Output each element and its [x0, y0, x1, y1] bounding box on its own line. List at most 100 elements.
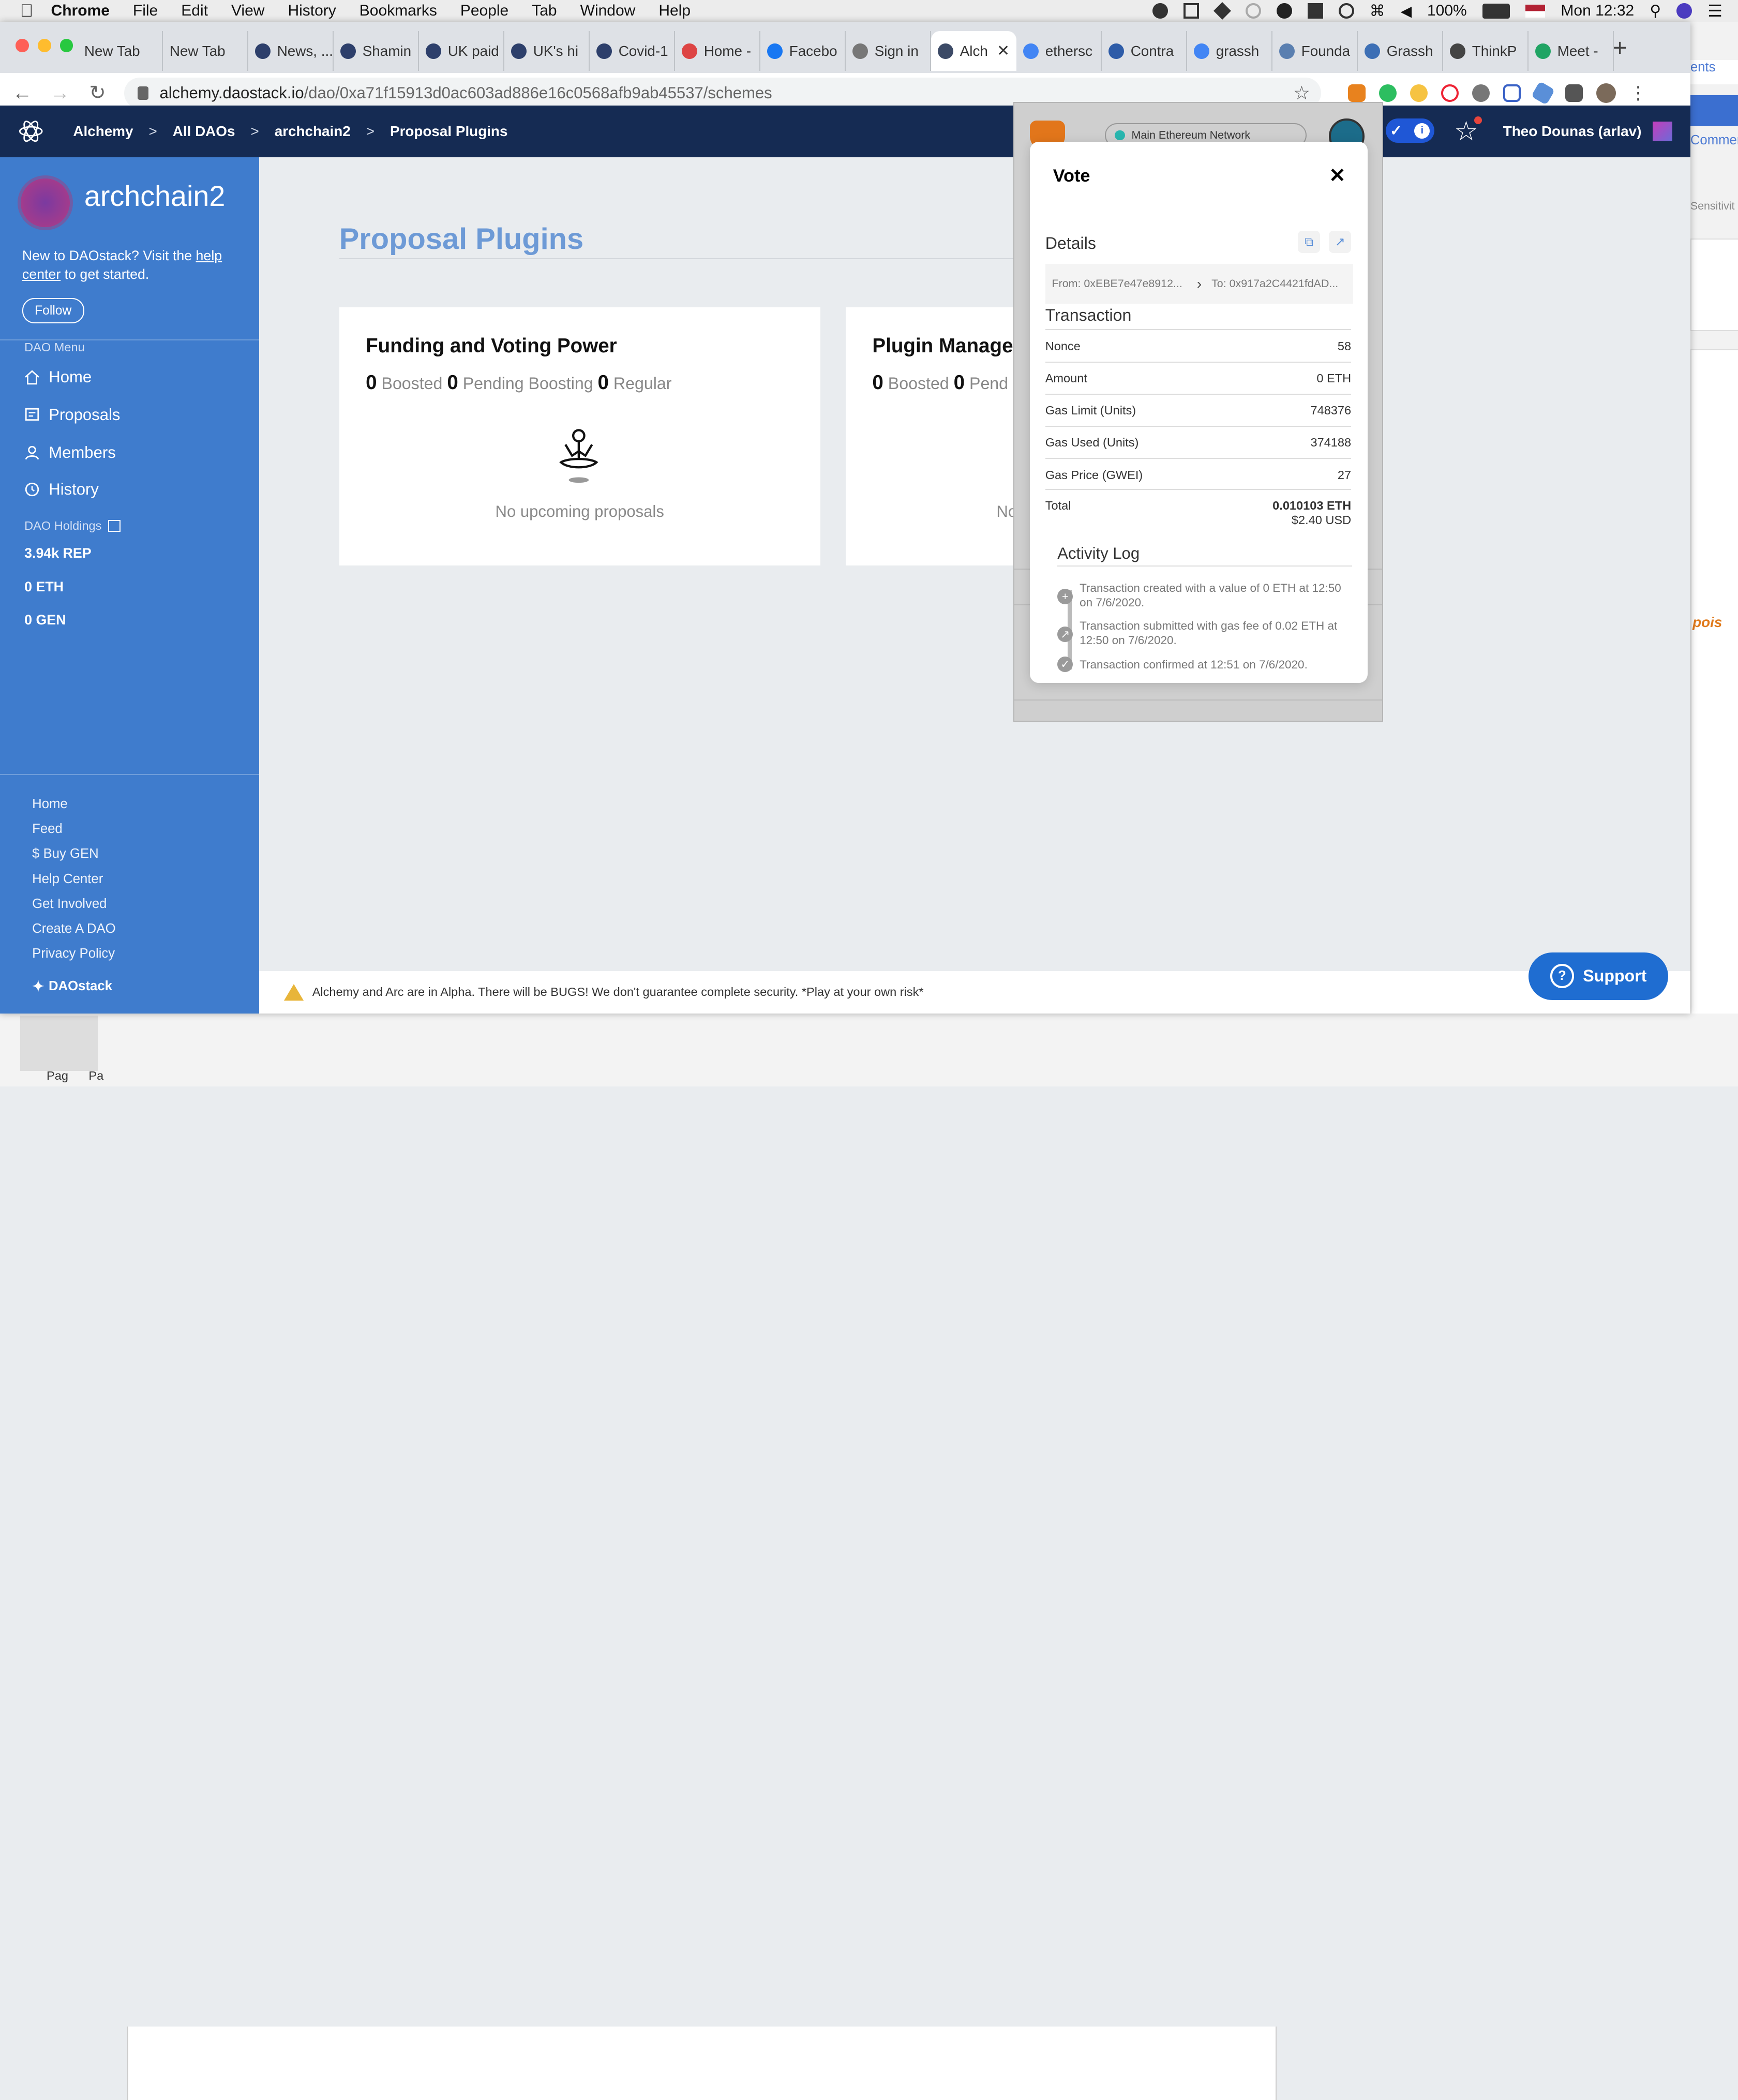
- evernote-icon[interactable]: [1152, 3, 1168, 19]
- sidebar-item-proposals[interactable]: Proposals: [24, 406, 120, 424]
- cube-icon[interactable]: [1183, 3, 1199, 19]
- tab-item[interactable]: Facebo: [760, 31, 846, 71]
- daostack-logo-icon[interactable]: [18, 118, 44, 144]
- footer-link-get-involved[interactable]: Get Involved: [32, 891, 115, 916]
- follow-button[interactable]: Follow: [22, 298, 84, 324]
- dropbox-icon[interactable]: [1213, 2, 1231, 20]
- card-title[interactable]: Funding and Voting Power: [366, 335, 617, 358]
- spotlight-icon[interactable]: ⚲: [1650, 2, 1661, 20]
- from-address[interactable]: From: 0xEBE7e47e8912...: [1052, 277, 1187, 290]
- new-tab-button[interactable]: +: [1613, 33, 1627, 62]
- more-menu-icon[interactable]: ⋮: [1629, 84, 1647, 102]
- red-circle-extension-icon[interactable]: [1441, 84, 1459, 102]
- tab-item[interactable]: New Tab: [163, 31, 248, 71]
- bluetooth-icon[interactable]: [1338, 3, 1354, 19]
- tab-label: Founda: [1301, 42, 1351, 59]
- daostack-brand[interactable]: ✦ DAOstack: [32, 978, 112, 995]
- gear-extension-icon[interactable]: [1472, 84, 1490, 102]
- tab-item[interactable]: Grassh: [1358, 31, 1443, 71]
- to-address[interactable]: To: 0x917a2C4421fdAD...: [1211, 277, 1338, 290]
- tab-item[interactable]: grassh: [1187, 31, 1272, 71]
- sync-icon[interactable]: [1245, 3, 1261, 19]
- tab-item[interactable]: Home -: [675, 31, 760, 71]
- sidebar-item-members[interactable]: Members: [24, 443, 116, 462]
- footer-link-privacy[interactable]: Privacy Policy: [32, 941, 115, 966]
- footer-link-feed[interactable]: Feed: [32, 816, 115, 841]
- battery-percent: 100%: [1427, 2, 1467, 20]
- siri-icon[interactable]: [1676, 3, 1692, 19]
- menu-help[interactable]: Help: [658, 2, 691, 20]
- m-app-icon[interactable]: [1276, 3, 1292, 19]
- sidebar-item-history[interactable]: History: [24, 480, 99, 499]
- lock-icon[interactable]: [137, 86, 149, 100]
- footer-link-home[interactable]: Home: [32, 792, 115, 816]
- external-link-icon[interactable]: [108, 519, 121, 532]
- breadcrumb-dao[interactable]: archchain2: [275, 123, 351, 140]
- menu-tab[interactable]: Tab: [532, 2, 557, 20]
- clock[interactable]: Mon 12:32: [1561, 2, 1634, 20]
- menu-people[interactable]: People: [460, 2, 508, 20]
- open-external-icon[interactable]: ↗: [1329, 230, 1352, 253]
- card-title[interactable]: Plugin Manager: [872, 335, 1021, 358]
- menu-view[interactable]: View: [231, 2, 264, 20]
- tab-item[interactable]: Contra: [1102, 31, 1187, 71]
- menu-history[interactable]: History: [288, 2, 336, 20]
- metamask-extension-icon[interactable]: [1347, 84, 1366, 102]
- tab-item[interactable]: UK paid: [419, 31, 504, 71]
- maximize-window-button[interactable]: [59, 38, 73, 52]
- color-extension-icon[interactable]: [1410, 84, 1428, 102]
- copy-icon[interactable]: ⧉: [1298, 230, 1321, 253]
- chevron-right-icon: >: [366, 123, 374, 139]
- holding-rep: 3.94k REP: [24, 545, 92, 561]
- square-extension-icon[interactable]: [1503, 84, 1521, 102]
- plugin-card-funding[interactable]: Funding and Voting Power 0 Boosted 0 Pen…: [339, 307, 820, 565]
- us-flag-icon[interactable]: [1525, 4, 1546, 18]
- mail-icon[interactable]: [1307, 3, 1323, 19]
- footer-link-buy-gen[interactable]: $ Buy GEN: [32, 841, 115, 866]
- reload-icon[interactable]: ↻: [82, 81, 113, 105]
- tab-item[interactable]: ThinkP: [1443, 31, 1529, 71]
- tab-item[interactable]: UK's hi: [504, 31, 590, 71]
- tab-item[interactable]: News, ...: [248, 31, 334, 71]
- wifi-icon[interactable]: ⌘: [1370, 2, 1385, 20]
- footer-link-help-center[interactable]: Help Center: [32, 867, 115, 891]
- tab-item[interactable]: ethersc: [1016, 31, 1102, 71]
- close-icon[interactable]: ✕: [1329, 164, 1345, 187]
- tab-item[interactable]: Meet -: [1529, 31, 1614, 71]
- back-icon[interactable]: ←: [7, 82, 38, 105]
- profile-avatar-icon[interactable]: [1596, 83, 1616, 103]
- bookmark-star-icon[interactable]: ☆: [1293, 82, 1310, 104]
- tab-label: grassh: [1216, 42, 1260, 59]
- menu-edit[interactable]: Edit: [181, 2, 208, 20]
- forward-icon[interactable]: →: [44, 82, 76, 105]
- sidebar-item-home[interactable]: Home: [24, 368, 92, 386]
- pen-extension-icon[interactable]: [1531, 81, 1555, 106]
- menu-bookmarks[interactable]: Bookmarks: [359, 2, 437, 20]
- support-button[interactable]: ? Support: [1529, 952, 1668, 1000]
- minimize-window-button[interactable]: [37, 38, 51, 52]
- puzzle-extensions-icon[interactable]: [1565, 84, 1583, 102]
- footer-link-create-dao[interactable]: Create A DAO: [32, 916, 115, 941]
- menu-file[interactable]: File: [133, 2, 158, 20]
- user-menu[interactable]: Theo Dounas (arlav): [1503, 106, 1673, 158]
- close-window-button[interactable]: [16, 38, 29, 52]
- tab-item[interactable]: Covid-1: [590, 31, 675, 71]
- menu-window[interactable]: Window: [580, 2, 636, 20]
- close-tab-icon[interactable]: ✕: [997, 42, 1010, 60]
- tab-item[interactable]: Founda: [1272, 31, 1358, 71]
- transaction-details-modal: Vote ✕ Details ⧉ ↗ From: 0xEBE7e47e8912.…: [1029, 142, 1368, 683]
- notification-center-icon[interactable]: ☰: [1707, 1, 1722, 21]
- volume-icon[interactable]: ◀: [1401, 3, 1412, 20]
- menu-app[interactable]: Chrome: [51, 2, 110, 20]
- tab-item[interactable]: Shamin: [334, 31, 419, 71]
- battery-icon[interactable]: [1482, 3, 1510, 19]
- tab-active[interactable]: Alch ✕: [931, 31, 1016, 71]
- evernote-extension-icon[interactable]: [1379, 84, 1397, 102]
- tab-item[interactable]: Sign in: [846, 31, 931, 71]
- apple-icon[interactable]: : [20, 1, 34, 21]
- tab-item[interactable]: New Tab: [78, 31, 163, 71]
- breadcrumb-all-daos[interactable]: All DAOs: [173, 123, 235, 140]
- activity-entry: Transaction confirmed at 12:51 on 7/6/20…: [1080, 658, 1308, 671]
- account-toggle[interactable]: ✓ i: [1385, 118, 1434, 143]
- breadcrumb-alchemy[interactable]: Alchemy: [73, 123, 133, 140]
